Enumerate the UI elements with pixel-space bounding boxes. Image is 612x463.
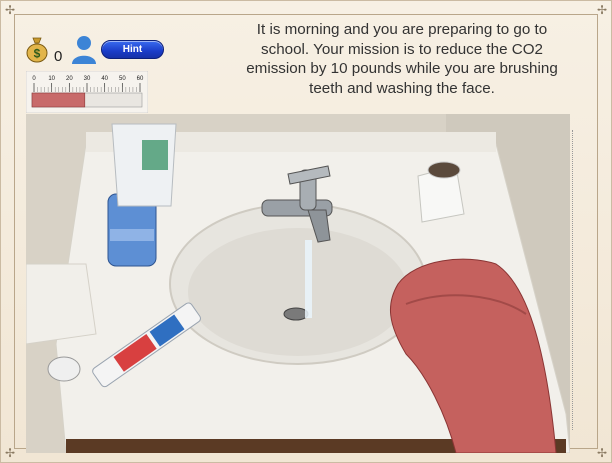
- ornament-icon: ✢: [596, 3, 608, 17]
- toilet: [26, 263, 97, 345]
- gauge-tick-label: 30: [84, 76, 91, 82]
- basin-bowl: [188, 228, 408, 356]
- cream-tube: [111, 123, 177, 207]
- gauge-tick-label: 60: [137, 76, 144, 82]
- gauge-tick-label: 10: [48, 76, 55, 82]
- scroll-edge: [568, 130, 573, 430]
- mission-text: It is morning and you are preparing to g…: [246, 21, 558, 97]
- ornament-icon: ✢: [4, 3, 16, 17]
- money-count: 0: [54, 48, 63, 65]
- user-icon[interactable]: [70, 34, 98, 64]
- co2-gauge: 0 10 20 30 40 50 60: [26, 71, 148, 113]
- brush-cap: [47, 356, 81, 382]
- gauge-fill: [31, 92, 86, 108]
- hint-button[interactable]: Hint: [101, 40, 164, 59]
- drain: [283, 307, 309, 321]
- money-bag-icon: $: [26, 37, 48, 63]
- gauge-tick-label: 50: [119, 76, 126, 82]
- bathroom-sink-scene: [26, 114, 570, 453]
- svg-text:$: $: [34, 47, 41, 61]
- gauge-tick-label: 40: [101, 76, 108, 82]
- gauge-tick-label: 20: [66, 76, 73, 82]
- running-water: [305, 240, 312, 318]
- ornament-icon: ✢: [4, 446, 16, 460]
- ornament-icon: ✢: [596, 446, 608, 460]
